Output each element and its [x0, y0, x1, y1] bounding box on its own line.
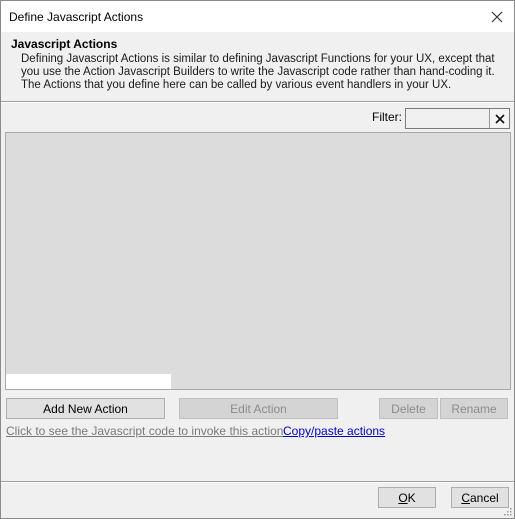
footer-divider: [1, 481, 514, 483]
cancel-mnemonic: C: [461, 490, 470, 505]
list-blank-row: [6, 374, 171, 389]
rename-button[interactable]: Rename: [440, 398, 508, 419]
dialog-window: Define Javascript Actions Javascript Act…: [0, 0, 515, 519]
actions-list[interactable]: [5, 132, 511, 390]
filter-input[interactable]: [407, 110, 495, 127]
cancel-button[interactable]: Cancel: [451, 487, 509, 508]
title-bar: Define Javascript Actions: [1, 1, 514, 32]
filter-clear-button[interactable]: [489, 109, 509, 128]
see-js-code-link[interactable]: Click to see the Javascript code to invo…: [6, 424, 283, 438]
close-button[interactable]: [480, 1, 514, 32]
copy-paste-actions-link[interactable]: Copy/paste actions: [283, 424, 385, 438]
filter-box: [405, 108, 510, 129]
window-title: Define Javascript Actions: [9, 10, 144, 24]
edit-action-button[interactable]: Edit Action: [179, 398, 338, 419]
header-divider: [1, 101, 514, 103]
ok-button[interactable]: OK: [378, 487, 436, 508]
header-title: Javascript Actions: [11, 37, 118, 51]
cancel-label-rest: ancel: [469, 490, 499, 505]
header-panel: Javascript Actions Defining Javascript A…: [1, 32, 514, 101]
ok-mnemonic: O: [398, 490, 408, 505]
filter-label: Filter:: [372, 110, 402, 124]
delete-button[interactable]: Delete: [379, 398, 438, 419]
header-description: Defining Javascript Actions is similar t…: [21, 53, 495, 91]
ok-label-rest: K: [407, 490, 416, 505]
resize-grip-icon[interactable]: [502, 506, 512, 516]
add-new-action-button[interactable]: Add New Action: [6, 398, 165, 419]
clear-icon: [494, 113, 505, 124]
close-icon: [491, 11, 503, 22]
